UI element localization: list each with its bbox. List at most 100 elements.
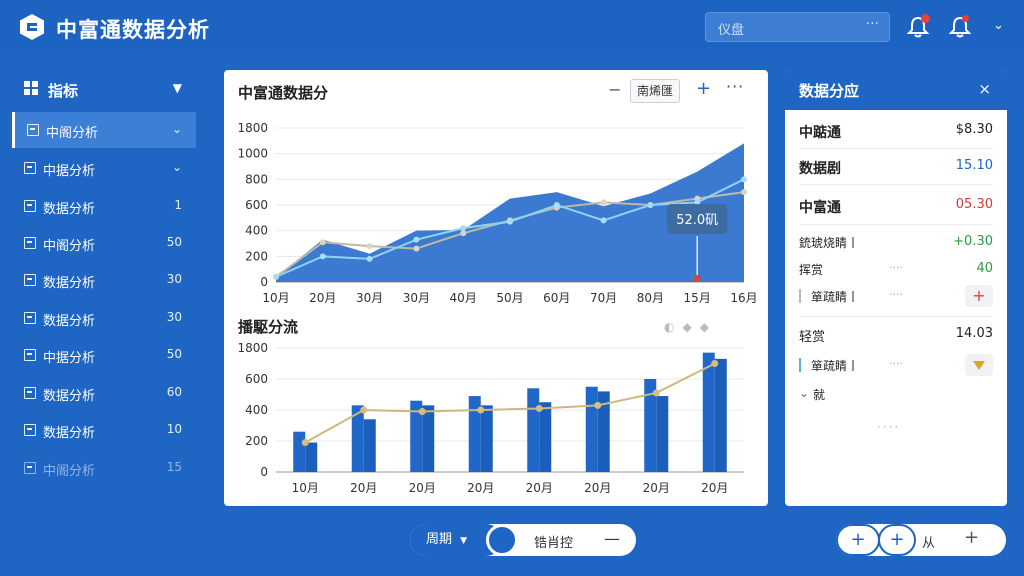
search-more-icon[interactable]: ···: [866, 16, 879, 32]
tooltip-label: 52.0矶: [676, 213, 718, 228]
panel-row-label: 箪疏睛丨: [811, 359, 860, 373]
y-tick-label: 600: [245, 372, 268, 386]
series-point-3: [647, 202, 654, 208]
panel-row-label: 銃琥烧睛丨: [799, 236, 860, 250]
area-chart: 0 200 400 600 800 1000 1800 10月 20月 30月 30月 40月 50月 6…: [237, 121, 757, 305]
sidebar-item[interactable]: 数据分析 30: [12, 262, 196, 298]
sidebar-item-value: 30: [166, 272, 182, 286]
series-point-3: [319, 253, 326, 260]
sidebar-heading[interactable]: 指标 ▼: [12, 72, 196, 106]
x-tick-label: 60月: [543, 291, 570, 305]
panel-row-value: 05.30: [955, 197, 993, 212]
list-icon: [24, 424, 36, 436]
sidebar-item[interactable]: 中据分析 ⌄: [12, 150, 196, 186]
period-label: 周期: [426, 532, 453, 547]
bar: [363, 419, 376, 472]
y-tick-label: 200: [245, 249, 268, 263]
x-tick-label: 20月: [584, 481, 611, 495]
series-point-2: [366, 243, 373, 250]
sidebar-item[interactable]: 中据分析 50: [12, 337, 196, 373]
sidebar-item-label: 中阁分析: [46, 126, 99, 141]
sidebar-item[interactable]: 数据分析 1: [12, 188, 196, 224]
expand-chevron-icon: ⌄: [799, 386, 810, 400]
y-tick-label: 0: [260, 465, 268, 479]
x-tick-label: 16月: [730, 291, 757, 305]
panel-row-value: 40: [976, 261, 993, 276]
dropdown-triangle-icon[interactable]: [965, 354, 993, 376]
panel-row-label: 数据剧: [799, 161, 841, 177]
sidebar-item-value: 15: [166, 460, 182, 474]
panel-row-label: 就: [813, 388, 826, 402]
plus-button[interactable]: +: [878, 524, 916, 556]
sidebar-item-label: 数据分析: [43, 202, 96, 217]
trend-point: [535, 404, 543, 412]
panel-row-dots: ····: [889, 357, 903, 370]
period-control: 周期 ▼ 锆肖控 —: [410, 524, 636, 556]
series-point-3: [507, 218, 513, 225]
sidebar-item[interactable]: 数据分析 30: [12, 300, 196, 336]
series-point-2: [741, 189, 747, 196]
trend-point: [477, 406, 485, 414]
trend-point: [418, 408, 426, 416]
y-tick-label: 1800: [237, 121, 268, 135]
panel-row-value: 14.03: [955, 326, 993, 341]
x-tick-label: 20月: [467, 481, 494, 495]
app-header: 中富通数据分析 仪盘 ··· ⌄: [0, 0, 1024, 54]
panel-row-value: +0.30: [953, 234, 993, 249]
tooltip-marker: [694, 275, 701, 281]
panel-row-label: 中富通: [799, 200, 841, 216]
sidebar-item-label: 中阁分析: [43, 239, 96, 254]
list-icon: [27, 124, 39, 136]
toggle-switch[interactable]: [486, 524, 518, 556]
x-tick-label: 20月: [309, 291, 336, 305]
charts-card: 中富通数据分 − 南烯匯 + ··· 0 200 400 600 800 1000 1800…: [224, 70, 768, 506]
sidebar-item[interactable]: 数据分析 10: [12, 412, 196, 448]
sidebar-item-label: 数据分析: [43, 426, 96, 441]
zoom-control: + + 从 +: [836, 524, 1006, 556]
list-icon: [24, 387, 36, 399]
bar: [480, 405, 493, 472]
sidebar-item[interactable]: 中阁分析 50: [12, 225, 196, 261]
sidebar-item-value: 30: [166, 310, 182, 324]
plus-button[interactable]: +: [964, 527, 979, 548]
bar: [305, 442, 318, 472]
x-tick-label: 30月: [356, 291, 383, 305]
sidebar-item[interactable]: 中阁分析 ⌄: [12, 112, 196, 148]
x-tick-label: 10月: [292, 481, 319, 495]
bar: [527, 388, 540, 472]
search-input[interactable]: 仪盘 ···: [705, 12, 890, 42]
y-tick-label: 400: [245, 403, 268, 417]
trend-point: [360, 406, 368, 414]
user-menu-chevron-down-icon[interactable]: ⌄: [993, 18, 1004, 33]
y-tick-label: 1800: [237, 341, 268, 355]
panel-row-value: $8.30: [955, 122, 993, 137]
sidebar-item[interactable]: 中阁分析 15: [12, 450, 196, 486]
add-row-button[interactable]: +: [965, 285, 993, 307]
close-icon[interactable]: ×: [978, 80, 991, 98]
panel-row-dots: ····: [889, 261, 903, 274]
x-tick-label: 20月: [643, 481, 670, 495]
series-point-3: [413, 236, 420, 243]
x-tick-label: 20月: [409, 481, 436, 495]
grid-icon: [24, 81, 38, 95]
sidebar-item-label: 中据分析: [43, 164, 96, 179]
alert-bell-icon[interactable]: [947, 14, 973, 40]
minus-button[interactable]: —: [604, 529, 620, 548]
chevron-down-icon: ▼: [460, 536, 468, 546]
sidebar-item-label: 数据分析: [43, 389, 96, 404]
search-placeholder: 仪盘: [718, 23, 745, 38]
panel-header: 数据分应 ×: [785, 70, 1007, 110]
alert-badge: [962, 15, 969, 22]
list-icon: [24, 349, 36, 361]
panel-row-label: 箪疏睛丨: [811, 290, 860, 304]
panel-row-label: 挥赏: [799, 263, 824, 277]
plus-button[interactable]: +: [836, 524, 880, 556]
bar: [585, 386, 598, 472]
sidebar-item[interactable]: 数据分析 60: [12, 375, 196, 411]
x-tick-label: 20月: [701, 481, 728, 495]
bar: [714, 358, 727, 472]
y-tick-label: 0: [260, 275, 268, 289]
trend-point: [301, 439, 309, 447]
list-icon: [24, 462, 36, 474]
series-point-3: [600, 217, 607, 224]
